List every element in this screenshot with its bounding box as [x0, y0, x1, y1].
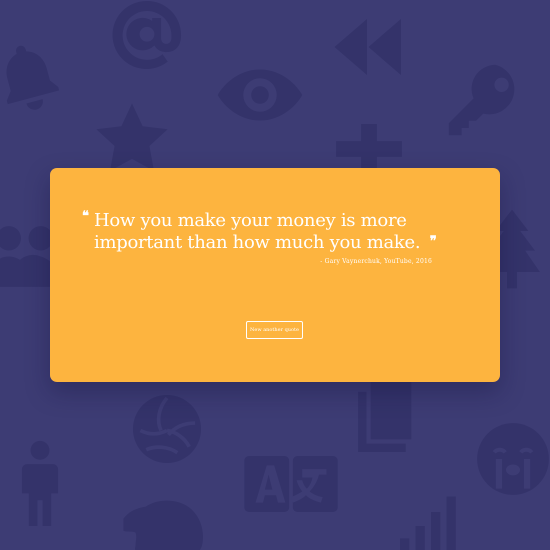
translate-icon	[244, 456, 338, 512]
quote-card: ❝ How you make your money is more import…	[50, 168, 500, 382]
rewind-icon	[330, 16, 404, 78]
person-icon	[20, 440, 60, 526]
eye-icon	[216, 64, 304, 126]
at-sign-icon	[110, 0, 184, 72]
quote-source: - Gary Vaynerchuk, YouTube, 2016	[320, 258, 432, 265]
key-icon	[444, 60, 524, 140]
plus-icon	[336, 124, 402, 174]
volleyball-icon	[130, 392, 204, 466]
star-icon	[94, 102, 170, 174]
quote-text: How you make your money is more importan…	[94, 210, 421, 253]
bell-icon	[0, 36, 64, 118]
signal-bars-icon	[400, 484, 462, 550]
new-quote-button[interactable]: New another quote	[246, 321, 303, 339]
book-icon	[352, 382, 416, 452]
quote-text-block: ❝ How you make your money is more import…	[82, 209, 437, 256]
close-quote-icon: ❞	[429, 234, 437, 249]
crying-face-icon	[474, 420, 550, 498]
open-quote-icon: ❝	[82, 209, 89, 224]
elephant-icon	[120, 498, 206, 550]
